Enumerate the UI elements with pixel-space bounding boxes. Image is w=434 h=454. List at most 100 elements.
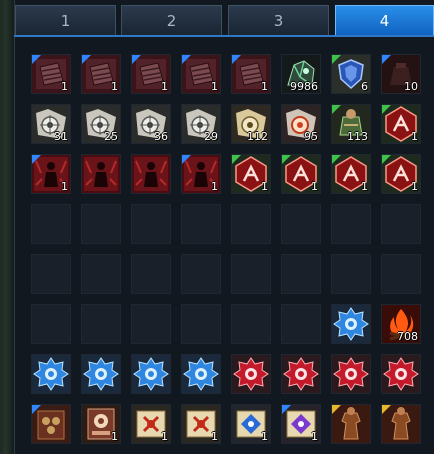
inventory-slot[interactable]: 1: [81, 54, 121, 94]
tab-4[interactable]: 4: [335, 5, 434, 35]
inventory-slot[interactable]: [281, 304, 321, 344]
inventory-slot[interactable]: 112: [231, 104, 271, 144]
item-quantity: 10: [404, 80, 418, 93]
tab-2[interactable]: 2: [121, 5, 222, 35]
inventory-slot[interactable]: [131, 254, 171, 294]
inventory-slot[interactable]: 1: [181, 154, 221, 194]
inventory-slot[interactable]: 1: [181, 54, 221, 94]
inventory-slot[interactable]: [181, 304, 221, 344]
inventory-slot[interactable]: 1: [31, 154, 71, 194]
inventory-slot[interactable]: 1: [231, 54, 271, 94]
rarity-corner-marker: [282, 405, 291, 414]
inventory-slot[interactable]: 1: [231, 154, 271, 194]
red-figure-icon: [132, 155, 170, 193]
rarity-corner-marker: [182, 155, 191, 164]
inventory-slot[interactable]: [231, 204, 271, 244]
inventory-slot[interactable]: 1: [81, 404, 121, 444]
inventory-slot[interactable]: 36: [131, 104, 171, 144]
blue-gear-icon: [32, 355, 70, 393]
item-quantity: 25: [104, 130, 118, 143]
item-quantity: 1: [161, 430, 168, 443]
inventory-slot[interactable]: [131, 204, 171, 244]
inventory-slot[interactable]: 1: [281, 154, 321, 194]
inventory-tabs: 1 2 3 4: [14, 5, 434, 35]
item-quantity: 29: [204, 130, 218, 143]
inventory-slot[interactable]: [31, 254, 71, 294]
inventory-slot[interactable]: [281, 204, 321, 244]
inventory-slot[interactable]: 708: [381, 304, 421, 344]
rarity-corner-marker: [82, 55, 91, 64]
rarity-corner-marker: [382, 155, 391, 164]
inventory-slot[interactable]: [231, 304, 271, 344]
item-quantity: 1: [111, 80, 118, 93]
inventory-slot[interactable]: 25: [81, 104, 121, 144]
item-quantity: 95: [304, 130, 318, 143]
inventory-slot[interactable]: 1: [331, 154, 371, 194]
inventory-panel: [14, 0, 434, 454]
inventory-slot[interactable]: [31, 204, 71, 244]
inventory-slot[interactable]: 1: [131, 404, 171, 444]
inventory-slot[interactable]: [381, 354, 421, 394]
inventory-slot[interactable]: [281, 254, 321, 294]
red-gear-icon: [282, 355, 320, 393]
inventory-slot[interactable]: 1: [381, 154, 421, 194]
tab-1[interactable]: 1: [15, 5, 116, 35]
inventory-slot[interactable]: [81, 354, 121, 394]
inventory-slot[interactable]: 1: [31, 54, 71, 94]
inventory-slot[interactable]: 1: [381, 104, 421, 144]
rarity-corner-marker: [332, 55, 341, 64]
tab-3[interactable]: 3: [228, 5, 329, 35]
blue-gear-icon: [182, 355, 220, 393]
inventory-slot[interactable]: [31, 354, 71, 394]
red-gear-icon: [332, 355, 370, 393]
inventory-slot[interactable]: 113: [331, 104, 371, 144]
inventory-slot[interactable]: [331, 304, 371, 344]
item-quantity: 1: [61, 180, 68, 193]
rarity-corner-marker: [32, 405, 41, 414]
inventory-slot[interactable]: [231, 354, 271, 394]
inventory-slot[interactable]: 9986: [281, 54, 321, 94]
inventory-slot[interactable]: [131, 354, 171, 394]
inventory-slot[interactable]: [381, 404, 421, 444]
inventory-slot[interactable]: 1: [181, 404, 221, 444]
inventory-slot[interactable]: [381, 254, 421, 294]
inventory-slot[interactable]: [181, 254, 221, 294]
inventory-slot[interactable]: 1: [131, 54, 171, 94]
background-edge: [0, 0, 14, 454]
inventory-slot[interactable]: [331, 254, 371, 294]
item-quantity: 1: [411, 180, 418, 193]
rarity-corner-marker: [382, 105, 391, 114]
inventory-slot[interactable]: 6: [331, 54, 371, 94]
inventory-slot[interactable]: 10: [381, 54, 421, 94]
rarity-corner-marker: [382, 405, 391, 414]
inventory-slot[interactable]: [281, 354, 321, 394]
inventory-slot[interactable]: [331, 354, 371, 394]
inventory-slot[interactable]: [231, 254, 271, 294]
rarity-corner-marker: [32, 55, 41, 64]
inventory-slot[interactable]: [131, 304, 171, 344]
inventory-slot[interactable]: [81, 254, 121, 294]
inventory-slot[interactable]: 1: [281, 404, 321, 444]
item-quantity: 31: [54, 130, 68, 143]
inventory-slot[interactable]: [181, 354, 221, 394]
inventory-slot[interactable]: 95: [281, 104, 321, 144]
inventory-slot[interactable]: 1: [231, 404, 271, 444]
inventory-slot[interactable]: [331, 204, 371, 244]
rarity-corner-marker: [282, 155, 291, 164]
item-quantity: 1: [411, 130, 418, 143]
item-quantity: 1: [111, 430, 118, 443]
inventory-slot[interactable]: [31, 304, 71, 344]
inventory-slot[interactable]: [331, 404, 371, 444]
inventory-slot[interactable]: 31: [31, 104, 71, 144]
inventory-slot[interactable]: [181, 204, 221, 244]
rarity-corner-marker: [32, 155, 41, 164]
inventory-slot[interactable]: [81, 154, 121, 194]
inventory-slot[interactable]: 29: [181, 104, 221, 144]
inventory-slot[interactable]: [131, 154, 171, 194]
red-figure-icon: [82, 155, 120, 193]
inventory-slot[interactable]: [81, 304, 121, 344]
inventory-slot[interactable]: [381, 204, 421, 244]
inventory-slot[interactable]: [31, 404, 71, 444]
item-quantity: 36: [154, 130, 168, 143]
inventory-slot[interactable]: [81, 204, 121, 244]
